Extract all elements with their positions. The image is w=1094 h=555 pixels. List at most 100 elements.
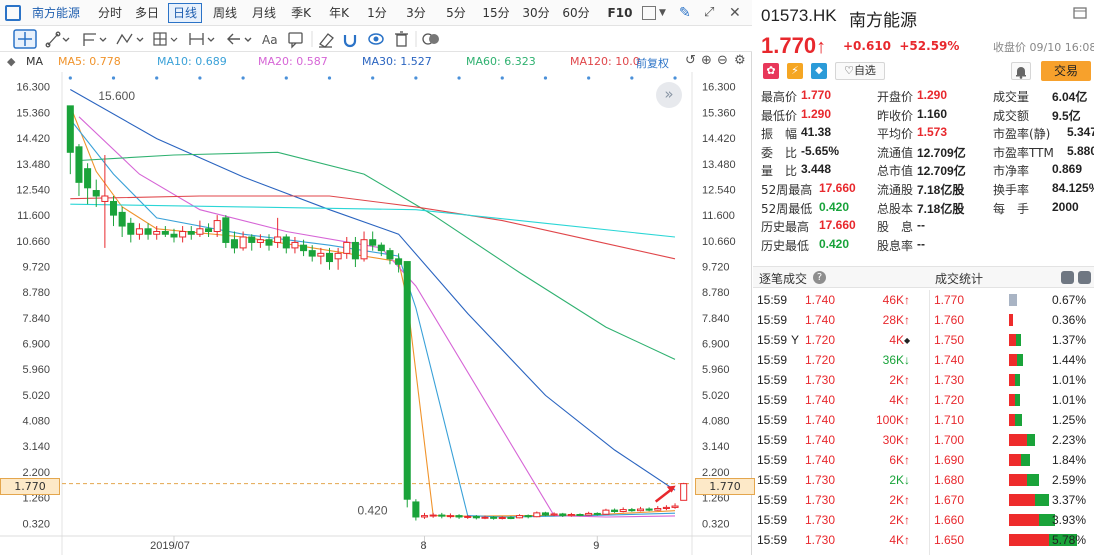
comment-tool-icon[interactable]	[288, 32, 303, 49]
trade-row[interactable]: 15:59 1.740 30K 1.700 ↑ 2.23%	[753, 430, 1094, 450]
trade-row[interactable]: 15:59 1.730 2K 1.660 ↑ 3.93%	[753, 510, 1094, 530]
move-cross-icon[interactable]	[13, 29, 37, 49]
trade-row[interactable]: 15:59 1.730 2K 1.680 ↓ 2.59%	[753, 470, 1094, 490]
period-tab-0[interactable]: 分时	[92, 0, 128, 26]
trade-row[interactable]: 15:59 1.740 100K 1.710 ↑ 1.25%	[753, 410, 1094, 430]
toggle-icon[interactable]	[422, 33, 439, 45]
candle-body	[671, 505, 679, 508]
trade-stats-title[interactable]: 成交统计	[935, 270, 983, 287]
period-tab-1[interactable]: 多日	[130, 0, 164, 26]
buy-bar	[1009, 454, 1021, 466]
period-tab-7[interactable]: 1分	[362, 0, 392, 26]
tag-icon[interactable]: ◆	[811, 63, 827, 79]
adjust-button[interactable]: 前复权	[636, 55, 669, 71]
stat-price: 1.680	[934, 473, 965, 487]
x-tick-label: 8	[421, 540, 427, 552]
grid-view-icon[interactable]	[1061, 271, 1074, 284]
expand-icon[interactable]: ⤢	[704, 4, 722, 22]
trade-percent: 0.67%	[1051, 293, 1086, 307]
grid-tool-icon[interactable]	[153, 32, 178, 46]
magnet-icon[interactable]	[343, 35, 357, 48]
stock-name-tab[interactable]: 南方能源	[28, 0, 84, 26]
stats-row: 52周最高 17.660 流通股7.18亿股 换手率 84.125%	[753, 181, 1094, 199]
trade-row[interactable]: 15:59 1.730 2K 1.730 ↑ 1.01%	[753, 370, 1094, 390]
wave-tool-icon[interactable]	[116, 33, 144, 45]
help-icon[interactable]: ?	[813, 271, 826, 284]
trade-percent: 1.37%	[1051, 333, 1086, 347]
ma-legend-item[interactable]: MA30: 1.527	[362, 55, 432, 68]
ma-legend-item[interactable]: MA5: 0.778	[58, 55, 121, 68]
settings-gear-icon[interactable]: ⚙	[734, 53, 746, 68]
trade-row[interactable]: 15:59 1.740 28K 1.760 ↑ 0.36%	[753, 310, 1094, 330]
period-tab-8[interactable]: 3分	[399, 0, 433, 26]
channel-tool-icon[interactable]	[83, 33, 107, 46]
trade-row[interactable]: 15:59 1.720 36K 1.740 ↓ 1.44%	[753, 350, 1094, 370]
hk-flag-icon[interactable]: ✿	[763, 63, 779, 79]
chevron-down-icon[interactable]: ▼	[659, 5, 669, 23]
arrow-up-icon: ↑	[904, 453, 910, 467]
alert-button[interactable]	[1011, 62, 1031, 80]
trash-icon[interactable]	[395, 31, 408, 47]
zoom-in-icon[interactable]: ⊕	[701, 53, 712, 68]
period-tab-10[interactable]: 15分	[478, 0, 514, 26]
ma-legend-item[interactable]: MA10: 0.689	[157, 55, 227, 68]
measure-tool-icon[interactable]	[189, 33, 215, 45]
trade-row[interactable]: 15:59 1.730 2K 1.670 ↑ 3.37%	[753, 490, 1094, 510]
f10-button[interactable]: F10	[606, 0, 634, 26]
period-tab-5[interactable]: 季K	[284, 0, 318, 26]
checkbox-icon[interactable]	[642, 6, 656, 20]
collapse-icon[interactable]: ◆	[7, 55, 15, 68]
ma-label[interactable]: MA	[26, 55, 43, 68]
stat-value: 0.869	[1052, 162, 1083, 177]
candlestick-chart[interactable]: 16.300 16.300 15.360 15.360 14.420 14.420 13.4…	[0, 72, 752, 555]
period-tab-2[interactable]: 日线	[168, 3, 202, 23]
sell-bar	[1027, 474, 1039, 486]
period-tab-6[interactable]: 年K	[322, 0, 356, 26]
trade-percent: 1.44%	[1051, 353, 1086, 367]
candle-body	[300, 244, 308, 252]
period-tab-9[interactable]: 5分	[439, 0, 473, 26]
trade-row[interactable]: 15:59 1.740 4K 1.720 ↑ 1.01%	[753, 390, 1094, 410]
stat-label: 总市值	[877, 164, 914, 179]
trade-volume: 4K	[889, 393, 904, 407]
period-tab-4[interactable]: 月线	[246, 0, 282, 26]
close-icon[interactable]: ✕	[729, 4, 747, 22]
ma-legend-item[interactable]: MA120: 10.0	[570, 55, 640, 68]
trade-button[interactable]: 交易	[1041, 61, 1091, 81]
pen-icon[interactable]: ✎	[679, 4, 697, 22]
trade-percent: 2.59%	[1051, 473, 1086, 487]
y-tick-right: 12.540	[702, 184, 736, 196]
trades-list[interactable]: 15:59 1.740 46K 1.770 ↑ 0.67% 15:59 1.740 28K 1.7…	[753, 290, 1094, 555]
add-watchlist-button[interactable]: ♡自选	[835, 62, 885, 80]
price-tag-left: 1.770	[0, 478, 60, 495]
eraser-icon[interactable]	[319, 33, 334, 48]
trade-row[interactable]: 15:59 1.740 46K 1.770 ↑ 0.67%	[753, 290, 1094, 310]
period-tab-12[interactable]: 60分	[558, 0, 594, 26]
candle-body	[680, 483, 688, 501]
sidebar-toggle-icon[interactable]	[5, 5, 21, 21]
trade-price: 1.740	[805, 313, 836, 327]
candle-body	[170, 233, 178, 238]
ma-legend-item[interactable]: MA20: 0.587	[258, 55, 328, 68]
trade-row[interactable]: 15:59 Y 1.720 4K 1.750 ◆ 1.37%	[753, 330, 1094, 350]
lightning-icon[interactable]: ⚡	[787, 63, 803, 79]
trade-row[interactable]: 15:59 1.730 4K 1.650 ↑ 5.78%	[753, 530, 1094, 550]
expand-panel-icon[interactable]: »	[656, 82, 682, 108]
text-tool-icon[interactable]: Aa	[262, 33, 278, 47]
period-tab-3[interactable]: 周线	[207, 0, 243, 26]
drawing-tools: Aa	[13, 29, 439, 49]
undo-icon[interactable]: ↺	[685, 53, 696, 68]
period-tab-11[interactable]: 30分	[518, 0, 554, 26]
heart-icon: ♡	[844, 64, 854, 77]
line-tool-icon[interactable]	[45, 31, 70, 48]
more-view-icon[interactable]	[1078, 271, 1091, 284]
stat-label: 量 比	[761, 164, 798, 179]
trade-row[interactable]: 15:59 1.740 6K 1.690 ↑ 1.84%	[753, 450, 1094, 470]
panel-close-icon[interactable]	[1072, 5, 1088, 25]
zoom-out-icon[interactable]: ⊖	[717, 53, 728, 68]
ma-legend-item[interactable]: MA60: 6.323	[466, 55, 536, 68]
tick-trades-title[interactable]: 逐笔成交	[759, 270, 807, 287]
undo-arrow-icon[interactable]	[227, 33, 252, 45]
eye-icon[interactable]	[368, 33, 384, 45]
stock-name: 南方能源	[849, 11, 917, 31]
